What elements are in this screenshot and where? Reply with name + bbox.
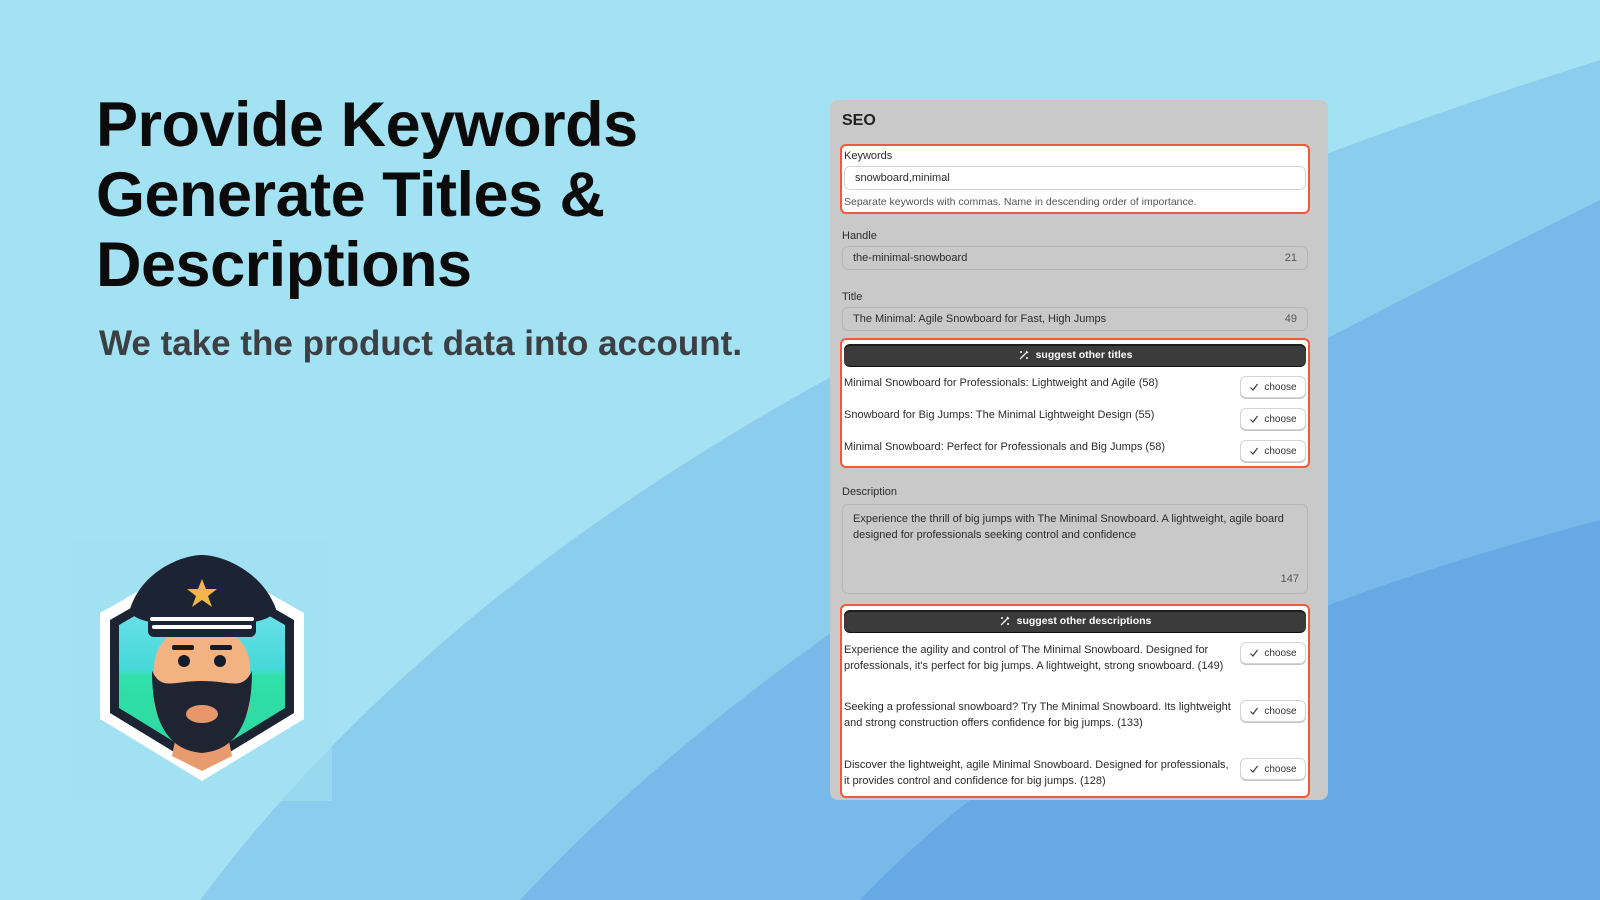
title-label: Title bbox=[842, 291, 863, 303]
checkmark-icon bbox=[1250, 765, 1259, 773]
mascot-logo bbox=[72, 541, 332, 801]
choose-description-button[interactable]: choose bbox=[1240, 700, 1306, 722]
choose-label: choose bbox=[1264, 763, 1297, 775]
hero: Provide Keywords Generate Titles & Descr… bbox=[96, 90, 742, 364]
handle-input-value: the-minimal-snowboard bbox=[853, 252, 968, 264]
keywords-input[interactable]: snowboard,minimal bbox=[844, 166, 1306, 190]
choose-label: choose bbox=[1264, 381, 1297, 393]
choose-label: choose bbox=[1264, 413, 1297, 425]
description-textarea[interactable]: Experience the thrill of big jumps with … bbox=[842, 504, 1308, 594]
title-suggestions-section: suggest other titles Minimal Snowboard f… bbox=[840, 338, 1310, 468]
description-value: Experience the thrill of big jumps with … bbox=[853, 513, 1284, 541]
hero-subtitle: We take the product data into account. bbox=[99, 324, 743, 363]
choose-title-button[interactable]: choose bbox=[1240, 440, 1306, 462]
handle-char-count: 21 bbox=[1284, 252, 1297, 264]
choose-description-button[interactable]: choose bbox=[1240, 758, 1306, 780]
keywords-label: Keywords bbox=[844, 150, 893, 162]
hero-title-line: Descriptions bbox=[96, 230, 472, 300]
magic-wand-icon bbox=[1000, 616, 1010, 626]
checkmark-icon bbox=[1250, 447, 1259, 455]
title-char-count: 49 bbox=[1284, 313, 1297, 325]
choose-title-button[interactable]: choose bbox=[1240, 408, 1306, 430]
captain-avatar-icon bbox=[100, 555, 304, 781]
description-suggestion: Seeking a professional snowboard? Try Th… bbox=[844, 701, 1231, 729]
choose-label: choose bbox=[1264, 647, 1297, 659]
magic-wand-icon bbox=[1019, 350, 1029, 360]
checkmark-icon bbox=[1250, 383, 1259, 391]
description-suggestions-section: suggest other descriptions Experience th… bbox=[840, 604, 1310, 798]
keywords-input-value: snowboard,minimal bbox=[855, 172, 950, 184]
title-input[interactable]: The Minimal: Agile Snowboard for Fast, H… bbox=[842, 307, 1308, 331]
hero-title-line: Provide Keywords bbox=[96, 90, 638, 160]
title-suggestion: Snowboard for Big Jumps: The Minimal Lig… bbox=[844, 409, 1155, 421]
description-label: Description bbox=[842, 486, 898, 498]
description-suggestion: Discover the lightweight, agile Minimal … bbox=[844, 759, 1229, 787]
suggest-descriptions-button[interactable]: suggest other descriptions bbox=[844, 610, 1306, 633]
hero-title-line: Generate Titles & bbox=[96, 160, 605, 230]
title-suggestion: Minimal Snowboard: Perfect for Professio… bbox=[844, 441, 1165, 453]
seo-panel: SEO Keywords snowboard,minimal Separate … bbox=[830, 100, 1328, 800]
description-char-count: 147 bbox=[1280, 573, 1299, 585]
choose-label: choose bbox=[1264, 705, 1297, 717]
handle-input[interactable]: the-minimal-snowboard 21 bbox=[842, 246, 1308, 270]
title-suggestion: Minimal Snowboard for Professionals: Lig… bbox=[844, 377, 1159, 389]
handle-label: Handle bbox=[842, 230, 877, 242]
title-input-value: The Minimal: Agile Snowboard for Fast, H… bbox=[853, 313, 1107, 325]
checkmark-icon bbox=[1250, 649, 1259, 657]
checkmark-icon bbox=[1250, 707, 1259, 715]
suggest-descriptions-label: suggest other descriptions bbox=[1016, 615, 1152, 627]
keywords-help-text: Separate keywords with commas. Name in d… bbox=[844, 196, 1197, 208]
choose-title-button[interactable]: choose bbox=[1240, 376, 1306, 398]
panel-title: SEO bbox=[842, 112, 876, 129]
hero-title: Provide Keywords Generate Titles & Descr… bbox=[96, 90, 742, 300]
keywords-section: Keywords snowboard,minimal Separate keyw… bbox=[840, 144, 1310, 214]
suggest-titles-button[interactable]: suggest other titles bbox=[844, 344, 1306, 367]
choose-label: choose bbox=[1264, 445, 1297, 457]
checkmark-icon bbox=[1250, 415, 1259, 423]
description-suggestion: Experience the agility and control of Th… bbox=[844, 644, 1224, 672]
suggest-titles-label: suggest other titles bbox=[1035, 349, 1133, 361]
choose-description-button[interactable]: choose bbox=[1240, 642, 1306, 664]
